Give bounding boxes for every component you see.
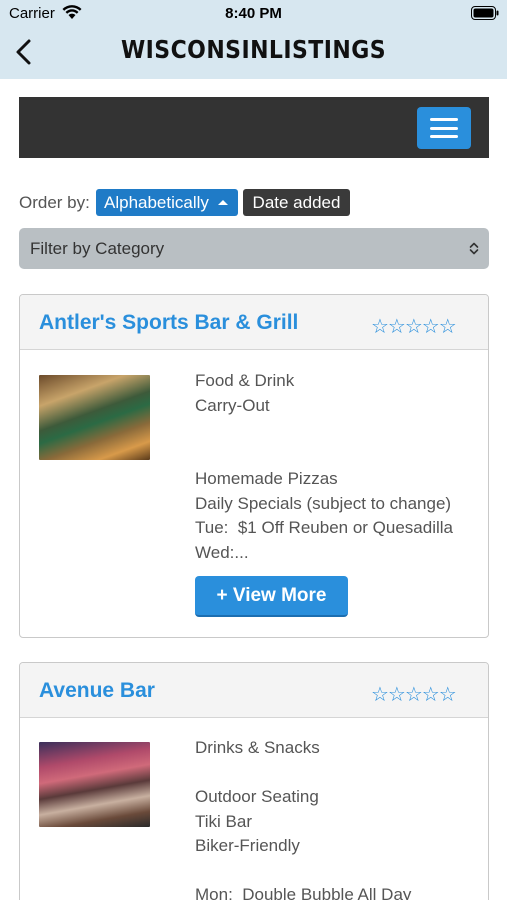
listing-card-header: Avenue Bar ☆☆☆☆☆ [20,663,488,718]
caret-up-icon [218,200,228,205]
category-filter-select[interactable]: Filter by Category [19,228,489,269]
listing-card: Antler's Sports Bar & Grill ☆☆☆☆☆ Food &… [19,294,489,638]
listing-description: Food & Drink Carry-Out Homemade Pizzas D… [195,371,453,562]
view-more-button[interactable]: + View More [195,576,348,617]
sort-alphabetically-label: Alphabetically [104,193,209,212]
menu-line-icon [430,126,458,130]
select-arrows-icon [469,242,479,255]
listing-description: Drinks & Snacks Outdoor Seating Tiki Bar… [195,738,412,900]
order-by-label: Order by: [19,193,90,212]
category-filter-label: Filter by Category [30,239,165,258]
listing-thumbnail-image[interactable] [39,375,150,460]
nav-title: WISCONSINLISTINGS [120,35,387,64]
sort-date-added-button[interactable]: Date added [243,189,350,216]
listing-thumbnail-image[interactable] [39,742,150,827]
menu-line-icon [430,118,458,121]
status-bar: Carrier 8:40 PM [0,0,507,28]
star-rating-icon: ☆☆☆☆☆ [371,314,457,338]
status-time: 8:40 PM [225,5,282,22]
star-rating-icon: ☆☆☆☆☆ [371,682,457,706]
sort-alphabetically-button[interactable]: Alphabetically [96,189,238,216]
listing-card: Avenue Bar ☆☆☆☆☆ Drinks & Snacks Outdoor… [19,662,489,900]
menu-line-icon [430,135,458,138]
listing-card-header: Antler's Sports Bar & Grill ☆☆☆☆☆ [20,295,488,350]
battery-icon [471,6,499,20]
listing-title-link[interactable]: Avenue Bar [39,679,155,703]
listing-title-link[interactable]: Antler's Sports Bar & Grill [39,311,298,335]
hamburger-menu-button[interactable] [417,107,471,149]
app-top-bar: Carrier 8:40 PM WISCONSINLISTINGS [0,0,507,79]
